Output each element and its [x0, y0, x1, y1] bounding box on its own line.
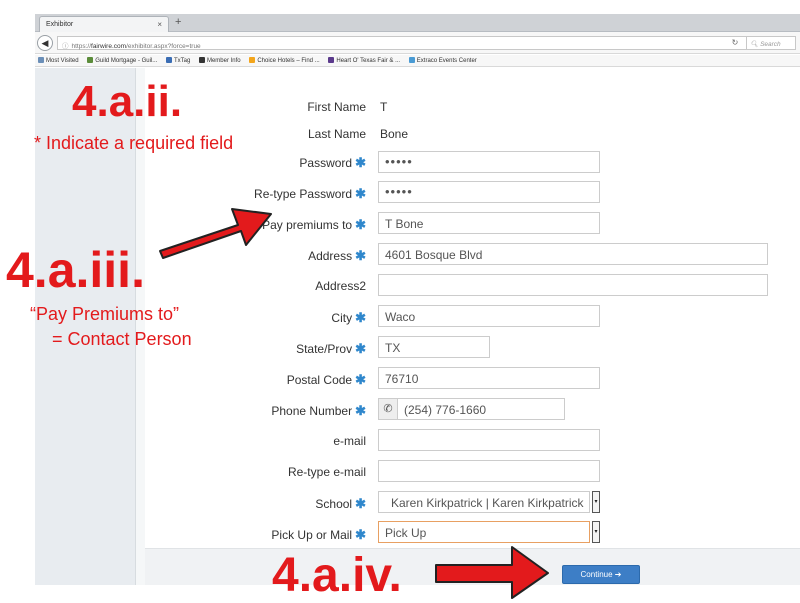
annotation-arrows: [159, 208, 549, 599]
arrow-right-annotation-icon: [435, 546, 549, 599]
screenshot-root: Exhibitor × + ◀ ⓘ https://fairwire.com/ex…: [0, 0, 800, 603]
arrow-diagonal-icon: [159, 208, 272, 259]
